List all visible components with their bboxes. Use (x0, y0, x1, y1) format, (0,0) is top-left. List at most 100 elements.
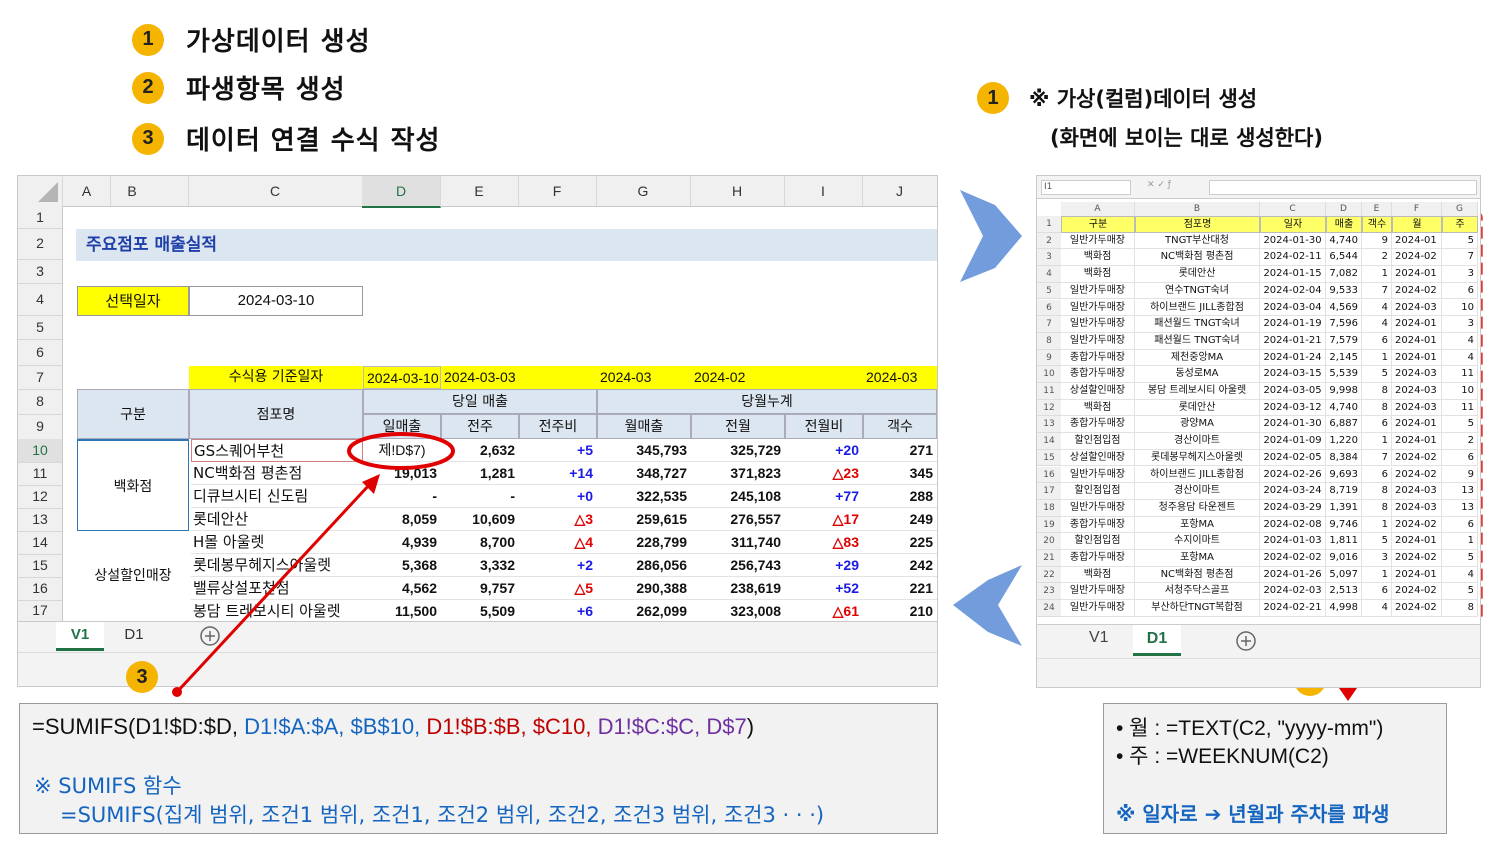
d1-data-cell[interactable]: 5 (1362, 533, 1392, 550)
d1-data-cell[interactable]: 할인점입점 (1061, 433, 1135, 450)
d1-data-cell[interactable]: 8 (1362, 399, 1392, 417)
d1-data-cell[interactable]: 8 (1362, 383, 1392, 400)
d1-row-header[interactable]: 6 (1037, 299, 1061, 317)
d1-data-cell[interactable]: 4 (1362, 299, 1392, 317)
d1-data-cell[interactable]: 일반가두매장 (1061, 299, 1135, 317)
d1-row-header[interactable]: 7 (1037, 316, 1061, 333)
d1-data-cell[interactable]: 2024-02-21 (1260, 600, 1326, 617)
d1-data-cell[interactable]: 2024-02 (1392, 583, 1442, 601)
d1-data-cell[interactable]: 1 (1362, 433, 1392, 450)
d1-data-cell[interactable]: 2024-01-21 (1260, 332, 1326, 350)
d1-data-cell[interactable]: TNGT부산대청 (1135, 232, 1260, 250)
d1-data-cell[interactable]: 10 (1442, 383, 1478, 400)
d1-data-cell[interactable]: 상설할인매장 (1061, 449, 1135, 467)
d1-data-cell[interactable]: 7 (1362, 449, 1392, 467)
d1-data-cell[interactable]: 2024-01-15 (1260, 266, 1326, 283)
d1-data-cell[interactable]: 5 (1362, 366, 1392, 383)
d1-data-cell[interactable]: 5,539 (1326, 366, 1362, 383)
d1-data-cell[interactable]: 일반가두매장 (1061, 499, 1135, 517)
d1-data-cell[interactable]: 2024-03 (1392, 383, 1442, 400)
d1-data-cell[interactable]: 7,579 (1326, 332, 1362, 350)
d1-row-header[interactable]: 22 (1037, 566, 1061, 584)
d1-row-header[interactable]: 24 (1037, 600, 1061, 617)
d1-data-cell[interactable]: 청주용담 타운젠트 (1135, 499, 1260, 517)
d1-data-cell[interactable]: 5 (1442, 583, 1478, 601)
d1-data-cell[interactable]: 일반가두매장 (1061, 316, 1135, 333)
d1-data-cell[interactable]: 2024-03-05 (1260, 383, 1326, 400)
d1-data-cell[interactable]: 2024-01-24 (1260, 349, 1326, 367)
d1-data-cell[interactable]: 6,887 (1326, 416, 1362, 434)
d1-data-cell[interactable]: 롯데안산 (1135, 399, 1260, 417)
d1-data-cell[interactable]: 2024-01-09 (1260, 433, 1326, 450)
d1-data-cell[interactable]: 1 (1442, 533, 1478, 550)
d1-data-cell[interactable]: 2024-02 (1392, 600, 1442, 617)
d1-row-header[interactable]: 15 (1037, 449, 1061, 467)
d1-header-cell[interactable]: 매출 (1326, 216, 1362, 233)
d1-data-cell[interactable]: 일반가두매장 (1061, 232, 1135, 250)
d1-data-cell[interactable]: 1,391 (1326, 499, 1362, 517)
d1-data-cell[interactable]: 8,719 (1326, 483, 1362, 500)
d1-data-cell[interactable]: 11 (1442, 399, 1478, 417)
d1-data-cell[interactable]: 패션월드 TNGT숙녀 (1135, 316, 1260, 333)
d1-data-cell[interactable]: NC백화점 평촌점 (1135, 566, 1260, 584)
d1-data-cell[interactable]: 2 (1442, 433, 1478, 450)
d1-data-cell[interactable]: 2024-03 (1392, 483, 1442, 500)
d1-data-cell[interactable]: 2024-01 (1392, 232, 1442, 250)
d1-data-cell[interactable]: 1 (1362, 516, 1392, 534)
d1-data-cell[interactable]: 2024-02 (1392, 449, 1442, 467)
d1-row-header[interactable]: 5 (1037, 282, 1061, 300)
d1-header-cell[interactable]: 구분 (1061, 216, 1135, 233)
d1-row-header[interactable]: 13 (1037, 416, 1061, 434)
d1-data-cell[interactable]: 5 (1442, 416, 1478, 434)
d1-data-cell[interactable]: 2,513 (1326, 583, 1362, 601)
d1-data-cell[interactable]: 2024-01 (1392, 416, 1442, 434)
d1-row-header[interactable]: 18 (1037, 499, 1061, 517)
d1-data-cell[interactable]: 패션월드 TNGT숙녀 (1135, 332, 1260, 350)
d1-header-cell[interactable]: 주 (1442, 216, 1478, 233)
d1-data-cell[interactable]: 2024-03 (1392, 366, 1442, 383)
d1-data-cell[interactable]: 6 (1442, 282, 1478, 300)
d1-data-cell[interactable]: 6 (1362, 332, 1392, 350)
d1-data-cell[interactable]: 할인점입점 (1061, 483, 1135, 500)
d1-data-cell[interactable]: 4 (1362, 316, 1392, 333)
d1-data-cell[interactable]: 수지이마트 (1135, 533, 1260, 550)
d1-data-cell[interactable]: 서청주닥스골프 (1135, 583, 1260, 601)
d1-col-header[interactable]: G (1442, 202, 1478, 216)
d1-data-cell[interactable]: 8 (1362, 499, 1392, 517)
d1-row-header[interactable]: 12 (1037, 399, 1061, 417)
d1-header-cell[interactable]: 월 (1392, 216, 1442, 233)
d1-data-cell[interactable]: 경산이마트 (1135, 483, 1260, 500)
d1-data-cell[interactable]: 5,097 (1326, 566, 1362, 584)
d1-row-header[interactable]: 11 (1037, 383, 1061, 400)
d1-data-cell[interactable]: 8 (1442, 600, 1478, 617)
d1-data-cell[interactable]: 6 (1442, 516, 1478, 534)
d1-data-cell[interactable]: 4 (1442, 332, 1478, 350)
d1-data-cell[interactable]: 2024-02-08 (1260, 516, 1326, 534)
d1-data-cell[interactable]: 2024-03 (1392, 399, 1442, 417)
d1-data-cell[interactable]: 2024-01 (1392, 566, 1442, 584)
d1-col-header[interactable]: A (1061, 202, 1135, 216)
d1-data-cell[interactable]: 2024-03-29 (1260, 499, 1326, 517)
d1-row-header[interactable]: 14 (1037, 433, 1061, 450)
d1-row-header[interactable]: 3 (1037, 249, 1061, 267)
d1-data-cell[interactable]: 1,811 (1326, 533, 1362, 550)
d1-data-cell[interactable]: 2024-03 (1392, 299, 1442, 317)
d1-row-header[interactable]: 17 (1037, 483, 1061, 500)
d1-data-cell[interactable]: 6,544 (1326, 249, 1362, 267)
d1-header-cell[interactable]: 점포명 (1135, 216, 1260, 233)
d1-row-header[interactable]: 8 (1037, 332, 1061, 350)
d1-data-cell[interactable]: 부산하단TNGT복합점 (1135, 600, 1260, 617)
d1-data-cell[interactable]: 6 (1362, 416, 1392, 434)
d1-data-cell[interactable]: 2024-01-26 (1260, 566, 1326, 584)
d1-data-cell[interactable]: 2024-01 (1392, 349, 1442, 367)
d1-data-cell[interactable]: 백화점 (1061, 249, 1135, 267)
d1-data-cell[interactable]: 9,533 (1326, 282, 1362, 300)
d1-data-cell[interactable]: 1 (1362, 566, 1392, 584)
d1-data-cell[interactable]: 일반가두매장 (1061, 332, 1135, 350)
d1-data-cell[interactable]: 7,082 (1326, 266, 1362, 283)
d1-header-cell[interactable]: 일자 (1260, 216, 1326, 233)
d1-row-header[interactable]: 1 (1037, 216, 1061, 233)
d1-data-cell[interactable]: 9,998 (1326, 383, 1362, 400)
d1-data-cell[interactable]: 2024-02-11 (1260, 249, 1326, 267)
d1-data-cell[interactable]: 2024-02 (1392, 249, 1442, 267)
